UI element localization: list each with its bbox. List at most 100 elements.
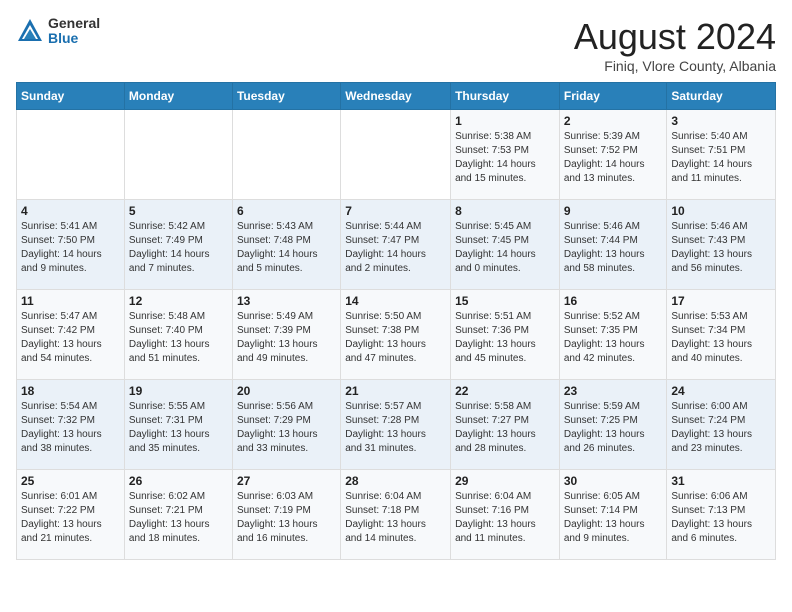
day-info: Sunrise: 5:50 AM Sunset: 7:38 PM Dayligh… bbox=[345, 310, 446, 366]
day-number: 10 bbox=[671, 204, 771, 218]
day-info: Sunrise: 5:43 AM Sunset: 7:48 PM Dayligh… bbox=[237, 220, 336, 276]
calendar-cell: 3 Sunrise: 5:40 AM Sunset: 7:51 PM Daylig… bbox=[667, 110, 776, 200]
weekday-header-saturday: Saturday bbox=[667, 83, 776, 110]
day-info: Sunrise: 6:05 AM Sunset: 7:14 PM Dayligh… bbox=[564, 490, 663, 546]
calendar-cell: 13 Sunrise: 5:49 AM Sunset: 7:39 PM Dayli… bbox=[232, 290, 340, 380]
calendar-cell: 20Sunrise: 5:56 AM Sunset: 7:29 PM Dayli… bbox=[232, 380, 340, 470]
calendar-cell: 10 Sunrise: 5:46 AM Sunset: 7:43 PM Dayli… bbox=[667, 200, 776, 290]
day-number: 18 bbox=[21, 384, 120, 398]
calendar-cell bbox=[232, 110, 340, 200]
calendar-cell bbox=[341, 110, 451, 200]
weekday-header-monday: Monday bbox=[124, 83, 232, 110]
day-info: Sunrise: 5:46 AM Sunset: 7:43 PM Dayligh… bbox=[671, 220, 771, 276]
day-number: 2 bbox=[564, 114, 663, 128]
month-title: August 2024 bbox=[574, 16, 776, 58]
day-info: Sunrise: 6:06 AM Sunset: 7:13 PM Dayligh… bbox=[671, 490, 771, 546]
day-info: Sunrise: 5:38 AM Sunset: 7:53 PM Dayligh… bbox=[455, 130, 555, 186]
day-number: 8 bbox=[455, 204, 555, 218]
calendar-cell: 27Sunrise: 6:03 AM Sunset: 7:19 PM Dayli… bbox=[232, 470, 340, 560]
day-number: 7 bbox=[345, 204, 446, 218]
day-info: Sunrise: 6:01 AM Sunset: 7:22 PM Dayligh… bbox=[21, 490, 120, 546]
logo: General Blue bbox=[16, 16, 100, 47]
day-number: 6 bbox=[237, 204, 336, 218]
calendar-cell: 6 Sunrise: 5:43 AM Sunset: 7:48 PM Daylig… bbox=[232, 200, 340, 290]
calendar-table: SundayMondayTuesdayWednesdayThursdayFrid… bbox=[16, 82, 776, 560]
day-info: Sunrise: 5:46 AM Sunset: 7:44 PM Dayligh… bbox=[564, 220, 663, 276]
calendar-week-5: 25 Sunrise: 6:01 AM Sunset: 7:22 PM Dayli… bbox=[17, 470, 776, 560]
calendar-cell: 31 Sunrise: 6:06 AM Sunset: 7:13 PM Dayli… bbox=[667, 470, 776, 560]
calendar-cell: 26 Sunrise: 6:02 AM Sunset: 7:21 PM Dayli… bbox=[124, 470, 232, 560]
day-info: Sunrise: 5:53 AM Sunset: 7:34 PM Dayligh… bbox=[671, 310, 771, 366]
day-info: Sunrise: 5:47 AM Sunset: 7:42 PM Dayligh… bbox=[21, 310, 120, 366]
day-info: Sunrise: 5:40 AM Sunset: 7:51 PM Dayligh… bbox=[671, 130, 771, 186]
calendar-cell: 21 Sunrise: 5:57 AM Sunset: 7:28 PM Dayli… bbox=[341, 380, 451, 470]
calendar-cell: 5Sunrise: 5:42 AM Sunset: 7:49 PM Daylig… bbox=[124, 200, 232, 290]
calendar-cell: 2Sunrise: 5:39 AM Sunset: 7:52 PM Daylig… bbox=[559, 110, 667, 200]
day-number: 26 bbox=[129, 474, 228, 488]
calendar-cell: 17 Sunrise: 5:53 AM Sunset: 7:34 PM Dayli… bbox=[667, 290, 776, 380]
day-number: 28 bbox=[345, 474, 446, 488]
day-info: Sunrise: 5:52 AM Sunset: 7:35 PM Dayligh… bbox=[564, 310, 663, 366]
day-info: Sunrise: 6:04 AM Sunset: 7:18 PM Dayligh… bbox=[345, 490, 446, 546]
day-number: 20 bbox=[237, 384, 336, 398]
day-number: 21 bbox=[345, 384, 446, 398]
day-number: 31 bbox=[671, 474, 771, 488]
day-number: 25 bbox=[21, 474, 120, 488]
weekday-header-tuesday: Tuesday bbox=[232, 83, 340, 110]
location-label: Finiq, Vlore County, Albania bbox=[574, 58, 776, 74]
weekday-header-sunday: Sunday bbox=[17, 83, 125, 110]
calendar-week-4: 18 Sunrise: 5:54 AM Sunset: 7:32 PM Dayli… bbox=[17, 380, 776, 470]
day-info: Sunrise: 6:04 AM Sunset: 7:16 PM Dayligh… bbox=[455, 490, 555, 546]
day-info: Sunrise: 5:54 AM Sunset: 7:32 PM Dayligh… bbox=[21, 400, 120, 456]
calendar-cell: 8 Sunrise: 5:45 AM Sunset: 7:45 PM Daylig… bbox=[451, 200, 560, 290]
day-number: 22 bbox=[455, 384, 555, 398]
day-number: 27 bbox=[237, 474, 336, 488]
day-info: Sunrise: 5:57 AM Sunset: 7:28 PM Dayligh… bbox=[345, 400, 446, 456]
calendar-cell: 12 Sunrise: 5:48 AM Sunset: 7:40 PM Dayli… bbox=[124, 290, 232, 380]
day-number: 12 bbox=[129, 294, 228, 308]
calendar-cell: 29 Sunrise: 6:04 AM Sunset: 7:16 PM Dayli… bbox=[451, 470, 560, 560]
day-info: Sunrise: 6:02 AM Sunset: 7:21 PM Dayligh… bbox=[129, 490, 228, 546]
calendar-cell: 25 Sunrise: 6:01 AM Sunset: 7:22 PM Dayli… bbox=[17, 470, 125, 560]
calendar-cell bbox=[124, 110, 232, 200]
calendar-cell: 28 Sunrise: 6:04 AM Sunset: 7:18 PM Dayli… bbox=[341, 470, 451, 560]
calendar-cell: 23Sunrise: 5:59 AM Sunset: 7:25 PM Dayli… bbox=[559, 380, 667, 470]
calendar-week-3: 11 Sunrise: 5:47 AM Sunset: 7:42 PM Dayli… bbox=[17, 290, 776, 380]
page-header: General Blue August 2024 Finiq, Vlore Co… bbox=[16, 16, 776, 74]
day-number: 1 bbox=[455, 114, 555, 128]
weekday-header-friday: Friday bbox=[559, 83, 667, 110]
day-info: Sunrise: 5:44 AM Sunset: 7:47 PM Dayligh… bbox=[345, 220, 446, 276]
day-info: Sunrise: 5:45 AM Sunset: 7:45 PM Dayligh… bbox=[455, 220, 555, 276]
calendar-cell: 19Sunrise: 5:55 AM Sunset: 7:31 PM Dayli… bbox=[124, 380, 232, 470]
day-info: Sunrise: 5:58 AM Sunset: 7:27 PM Dayligh… bbox=[455, 400, 555, 456]
day-number: 5 bbox=[129, 204, 228, 218]
calendar-cell: 1 Sunrise: 5:38 AM Sunset: 7:53 PM Daylig… bbox=[451, 110, 560, 200]
day-number: 24 bbox=[671, 384, 771, 398]
day-info: Sunrise: 6:00 AM Sunset: 7:24 PM Dayligh… bbox=[671, 400, 771, 456]
calendar-cell: 22 Sunrise: 5:58 AM Sunset: 7:27 PM Dayli… bbox=[451, 380, 560, 470]
day-number: 29 bbox=[455, 474, 555, 488]
day-info: Sunrise: 5:55 AM Sunset: 7:31 PM Dayligh… bbox=[129, 400, 228, 456]
day-number: 17 bbox=[671, 294, 771, 308]
day-info: Sunrise: 5:49 AM Sunset: 7:39 PM Dayligh… bbox=[237, 310, 336, 366]
calendar-cell: 9Sunrise: 5:46 AM Sunset: 7:44 PM Daylig… bbox=[559, 200, 667, 290]
day-number: 13 bbox=[237, 294, 336, 308]
title-block: August 2024 Finiq, Vlore County, Albania bbox=[574, 16, 776, 74]
day-number: 4 bbox=[21, 204, 120, 218]
calendar-cell: 18 Sunrise: 5:54 AM Sunset: 7:32 PM Dayli… bbox=[17, 380, 125, 470]
calendar-cell: 24 Sunrise: 6:00 AM Sunset: 7:24 PM Dayli… bbox=[667, 380, 776, 470]
day-number: 30 bbox=[564, 474, 663, 488]
day-number: 14 bbox=[345, 294, 446, 308]
day-info: Sunrise: 5:41 AM Sunset: 7:50 PM Dayligh… bbox=[21, 220, 120, 276]
calendar-cell: 7 Sunrise: 5:44 AM Sunset: 7:47 PM Daylig… bbox=[341, 200, 451, 290]
logo-blue-label: Blue bbox=[48, 31, 100, 46]
day-number: 16 bbox=[564, 294, 663, 308]
day-number: 23 bbox=[564, 384, 663, 398]
day-number: 3 bbox=[671, 114, 771, 128]
day-info: Sunrise: 5:48 AM Sunset: 7:40 PM Dayligh… bbox=[129, 310, 228, 366]
calendar-cell: 11 Sunrise: 5:47 AM Sunset: 7:42 PM Dayli… bbox=[17, 290, 125, 380]
logo-icon bbox=[16, 17, 44, 45]
day-number: 11 bbox=[21, 294, 120, 308]
calendar-cell: 16 Sunrise: 5:52 AM Sunset: 7:35 PM Dayli… bbox=[559, 290, 667, 380]
day-info: Sunrise: 5:51 AM Sunset: 7:36 PM Dayligh… bbox=[455, 310, 555, 366]
